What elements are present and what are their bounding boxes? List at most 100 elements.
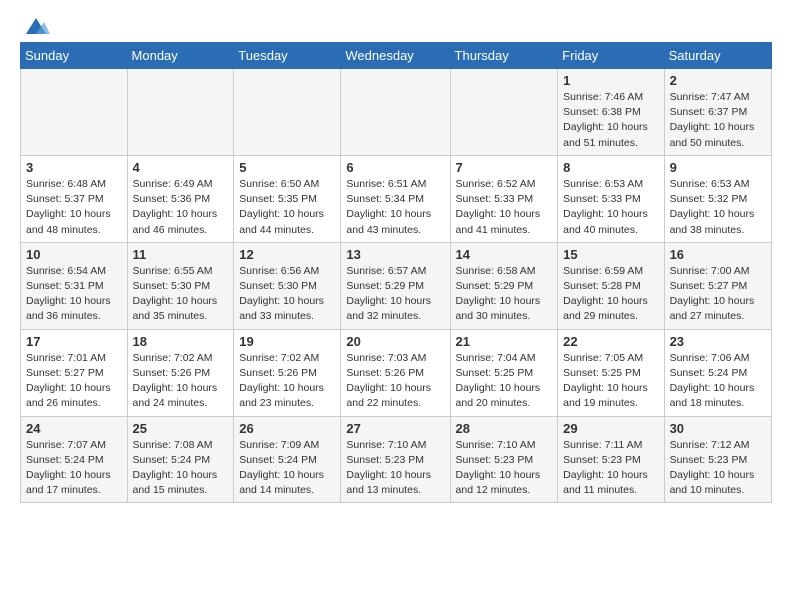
calendar-cell: 3 Sunrise: 6:48 AMSunset: 5:37 PMDaylight…: [21, 155, 128, 242]
day-info: Sunrise: 6:51 AMSunset: 5:34 PMDaylight:…: [346, 177, 444, 238]
calendar-cell: 11 Sunrise: 6:55 AMSunset: 5:30 PMDayligh…: [127, 242, 234, 329]
calendar-cell: 6 Sunrise: 6:51 AMSunset: 5:34 PMDaylight…: [341, 155, 450, 242]
header: [20, 16, 772, 34]
calendar-cell: 27 Sunrise: 7:10 AMSunset: 5:23 PMDayligh…: [341, 416, 450, 503]
calendar-cell: 9 Sunrise: 6:53 AMSunset: 5:32 PMDaylight…: [664, 155, 771, 242]
day-number: 26: [239, 421, 335, 436]
calendar-day-header: Wednesday: [341, 43, 450, 69]
calendar-cell: 1Sunrise: 7:46 AMSunset: 6:38 PMDaylight…: [558, 69, 664, 156]
calendar-cell: 24 Sunrise: 7:07 AMSunset: 5:24 PMDayligh…: [21, 416, 128, 503]
logo: [20, 16, 50, 34]
day-info: Sunrise: 7:06 AMSunset: 5:24 PMDaylight:…: [670, 351, 766, 412]
day-number: 12: [239, 247, 335, 262]
calendar-cell: 16 Sunrise: 7:00 AMSunset: 5:27 PMDayligh…: [664, 242, 771, 329]
day-number: 9: [670, 160, 766, 175]
day-number: 6: [346, 160, 444, 175]
day-info: Sunrise: 6:55 AMSunset: 5:30 PMDaylight:…: [133, 264, 229, 325]
day-info: Sunrise: 7:12 AMSunset: 5:23 PMDaylight:…: [670, 438, 766, 499]
calendar-week-row: 3 Sunrise: 6:48 AMSunset: 5:37 PMDaylight…: [21, 155, 772, 242]
day-number: 15: [563, 247, 658, 262]
day-info: Sunrise: 7:11 AMSunset: 5:23 PMDaylight:…: [563, 438, 658, 499]
day-number: 11: [133, 247, 229, 262]
day-info: Sunrise: 7:46 AMSunset: 6:38 PMDaylight:…: [563, 90, 658, 151]
day-number: 7: [456, 160, 553, 175]
calendar-cell: 8 Sunrise: 6:53 AMSunset: 5:33 PMDaylight…: [558, 155, 664, 242]
calendar-cell: 17 Sunrise: 7:01 AMSunset: 5:27 PMDayligh…: [21, 329, 128, 416]
calendar-cell: 20Sunrise: 7:03 AMSunset: 5:26 PMDayligh…: [341, 329, 450, 416]
day-info: Sunrise: 7:05 AMSunset: 5:25 PMDaylight:…: [563, 351, 658, 412]
day-number: 13: [346, 247, 444, 262]
calendar-cell: 13 Sunrise: 6:57 AMSunset: 5:29 PMDayligh…: [341, 242, 450, 329]
day-number: 2: [670, 73, 766, 88]
day-number: 30: [670, 421, 766, 436]
day-info: Sunrise: 7:10 AMSunset: 5:23 PMDaylight:…: [456, 438, 553, 499]
day-info: Sunrise: 6:48 AMSunset: 5:37 PMDaylight:…: [26, 177, 122, 238]
calendar-week-row: 1Sunrise: 7:46 AMSunset: 6:38 PMDaylight…: [21, 69, 772, 156]
calendar-cell: [450, 69, 558, 156]
calendar-cell: 14 Sunrise: 6:58 AMSunset: 5:29 PMDayligh…: [450, 242, 558, 329]
calendar-week-row: 24 Sunrise: 7:07 AMSunset: 5:24 PMDayligh…: [21, 416, 772, 503]
day-info: Sunrise: 6:52 AMSunset: 5:33 PMDaylight:…: [456, 177, 553, 238]
day-number: 14: [456, 247, 553, 262]
calendar-day-header: Monday: [127, 43, 234, 69]
day-number: 29: [563, 421, 658, 436]
calendar-cell: [127, 69, 234, 156]
day-info: Sunrise: 7:01 AMSunset: 5:27 PMDaylight:…: [26, 351, 122, 412]
calendar-cell: 12 Sunrise: 6:56 AMSunset: 5:30 PMDayligh…: [234, 242, 341, 329]
calendar-day-header: Friday: [558, 43, 664, 69]
day-number: 5: [239, 160, 335, 175]
day-number: 21: [456, 334, 553, 349]
day-number: 8: [563, 160, 658, 175]
day-info: Sunrise: 7:02 AMSunset: 5:26 PMDaylight:…: [239, 351, 335, 412]
day-info: Sunrise: 7:00 AMSunset: 5:27 PMDaylight:…: [670, 264, 766, 325]
day-number: 23: [670, 334, 766, 349]
day-info: Sunrise: 6:50 AMSunset: 5:35 PMDaylight:…: [239, 177, 335, 238]
calendar-cell: 2 Sunrise: 7:47 AMSunset: 6:37 PMDaylight…: [664, 69, 771, 156]
day-info: Sunrise: 6:53 AMSunset: 5:32 PMDaylight:…: [670, 177, 766, 238]
calendar-cell: 30 Sunrise: 7:12 AMSunset: 5:23 PMDayligh…: [664, 416, 771, 503]
logo-icon: [22, 16, 50, 38]
calendar-cell: 4Sunrise: 6:49 AMSunset: 5:36 PMDaylight…: [127, 155, 234, 242]
day-info: Sunrise: 6:59 AMSunset: 5:28 PMDaylight:…: [563, 264, 658, 325]
day-number: 17: [26, 334, 122, 349]
day-number: 4: [133, 160, 229, 175]
day-info: Sunrise: 6:58 AMSunset: 5:29 PMDaylight:…: [456, 264, 553, 325]
day-info: Sunrise: 7:07 AMSunset: 5:24 PMDaylight:…: [26, 438, 122, 499]
day-number: 27: [346, 421, 444, 436]
calendar-day-header: Sunday: [21, 43, 128, 69]
day-info: Sunrise: 6:57 AMSunset: 5:29 PMDaylight:…: [346, 264, 444, 325]
day-info: Sunrise: 6:53 AMSunset: 5:33 PMDaylight:…: [563, 177, 658, 238]
day-info: Sunrise: 7:02 AMSunset: 5:26 PMDaylight:…: [133, 351, 229, 412]
day-number: 28: [456, 421, 553, 436]
calendar-week-row: 10 Sunrise: 6:54 AMSunset: 5:31 PMDayligh…: [21, 242, 772, 329]
calendar-cell: 7 Sunrise: 6:52 AMSunset: 5:33 PMDaylight…: [450, 155, 558, 242]
calendar-cell: 28 Sunrise: 7:10 AMSunset: 5:23 PMDayligh…: [450, 416, 558, 503]
day-number: 16: [670, 247, 766, 262]
day-info: Sunrise: 6:56 AMSunset: 5:30 PMDaylight:…: [239, 264, 335, 325]
day-number: 3: [26, 160, 122, 175]
calendar-cell: 10 Sunrise: 6:54 AMSunset: 5:31 PMDayligh…: [21, 242, 128, 329]
calendar-cell: 5 Sunrise: 6:50 AMSunset: 5:35 PMDaylight…: [234, 155, 341, 242]
page: SundayMondayTuesdayWednesdayThursdayFrid…: [0, 0, 792, 519]
day-number: 10: [26, 247, 122, 262]
day-number: 22: [563, 334, 658, 349]
calendar-week-row: 17 Sunrise: 7:01 AMSunset: 5:27 PMDayligh…: [21, 329, 772, 416]
day-info: Sunrise: 7:47 AMSunset: 6:37 PMDaylight:…: [670, 90, 766, 151]
day-info: Sunrise: 7:08 AMSunset: 5:24 PMDaylight:…: [133, 438, 229, 499]
calendar-cell: [341, 69, 450, 156]
calendar-day-header: Thursday: [450, 43, 558, 69]
day-info: Sunrise: 7:04 AMSunset: 5:25 PMDaylight:…: [456, 351, 553, 412]
calendar-cell: 23 Sunrise: 7:06 AMSunset: 5:24 PMDayligh…: [664, 329, 771, 416]
calendar-cell: 25 Sunrise: 7:08 AMSunset: 5:24 PMDayligh…: [127, 416, 234, 503]
day-info: Sunrise: 6:54 AMSunset: 5:31 PMDaylight:…: [26, 264, 122, 325]
day-number: 24: [26, 421, 122, 436]
calendar-day-header: Saturday: [664, 43, 771, 69]
logo-text: [20, 16, 50, 38]
day-number: 18: [133, 334, 229, 349]
day-info: Sunrise: 7:10 AMSunset: 5:23 PMDaylight:…: [346, 438, 444, 499]
day-number: 25: [133, 421, 229, 436]
calendar-cell: 21 Sunrise: 7:04 AMSunset: 5:25 PMDayligh…: [450, 329, 558, 416]
calendar-cell: 26Sunrise: 7:09 AMSunset: 5:24 PMDayligh…: [234, 416, 341, 503]
calendar-cell: 29 Sunrise: 7:11 AMSunset: 5:23 PMDayligh…: [558, 416, 664, 503]
calendar-header-row: SundayMondayTuesdayWednesdayThursdayFrid…: [21, 43, 772, 69]
